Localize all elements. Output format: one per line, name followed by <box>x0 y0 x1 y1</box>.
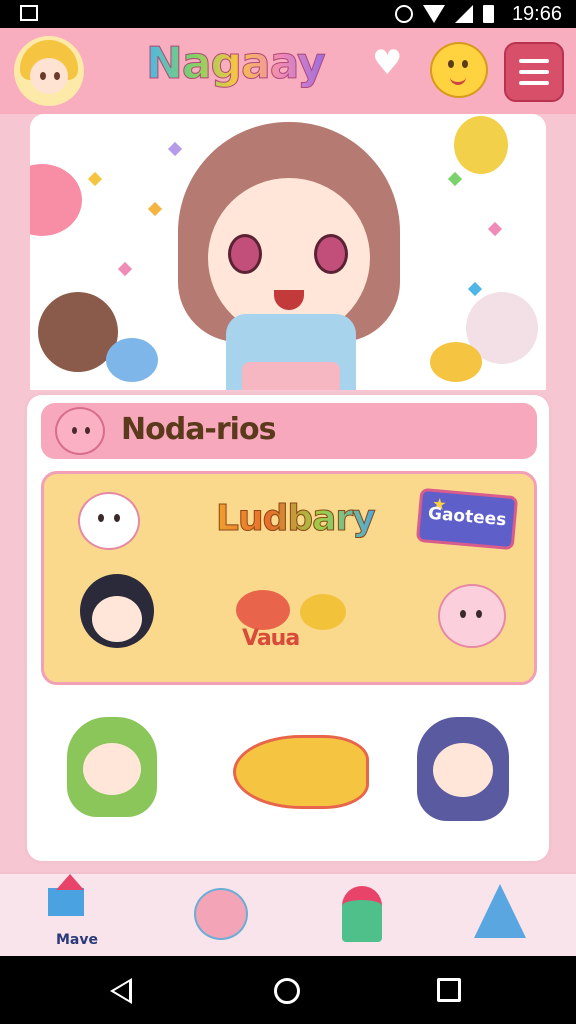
pink-blob-icon <box>55 407 105 455</box>
hero-banner <box>30 114 546 390</box>
menu-button[interactable] <box>504 42 564 102</box>
battery-icon <box>483 5 494 23</box>
move-icon <box>48 888 84 916</box>
hero-eye-right <box>314 234 348 274</box>
nav-item-popsicle[interactable] <box>322 880 412 956</box>
pink-bear-icon[interactable] <box>438 584 506 648</box>
wizard-hat-icon <box>474 884 526 938</box>
food-pair-icon-2[interactable] <box>300 594 346 630</box>
recents-icon[interactable] <box>437 978 461 1002</box>
hero-eye-left <box>228 234 262 274</box>
cookie-icon <box>194 888 248 940</box>
wifi-icon <box>423 5 445 23</box>
clock: 19:66 <box>511 3 562 25</box>
card-title: Noda-rios <box>121 412 276 447</box>
status-icons <box>395 4 494 24</box>
alarm-icon <box>395 5 413 23</box>
food-label: Vaua <box>242 626 300 651</box>
home-icon[interactable] <box>274 978 300 1004</box>
yellow-creature <box>430 342 482 382</box>
system-nav-bar <box>0 956 576 1024</box>
nav-item-wizard[interactable] <box>460 880 550 956</box>
chick-icon[interactable] <box>430 42 488 98</box>
games-button[interactable]: ★ Gaotees <box>415 487 519 551</box>
panel-title: Ludbary <box>216 498 377 540</box>
back-icon[interactable] <box>110 978 132 1004</box>
image-notification-icon <box>20 5 38 21</box>
nav-item-cookie[interactable] <box>176 880 266 956</box>
bottom-nav: Mave <box>0 872 576 958</box>
arrow-up-icon <box>56 874 84 890</box>
fish-icon[interactable] <box>233 735 369 809</box>
food-pair-icon[interactable] <box>236 590 290 630</box>
app-title: Nagaay <box>146 38 327 90</box>
signal-icon <box>455 5 473 23</box>
app-header: Nagaay ♥ <box>0 28 576 114</box>
balloon-left <box>30 164 82 236</box>
white-creature-icon[interactable] <box>78 492 140 550</box>
balloon-right <box>454 116 508 174</box>
hero-girl-skirt <box>242 362 340 390</box>
green-hair-character[interactable] <box>67 717 157 817</box>
purple-hair-character[interactable] <box>417 717 509 821</box>
card-header: Noda-rios <box>41 403 537 459</box>
blue-creature <box>106 338 158 382</box>
level-panel[interactable]: Ludbary ★ Gaotees Vaua <box>41 471 537 685</box>
status-bar: 19:66 <box>0 0 576 28</box>
boy-character-icon[interactable] <box>80 574 154 648</box>
nav-item-move[interactable]: Mave <box>32 874 122 956</box>
main-card: Noda-rios Ludbary ★ Gaotees Vaua <box>24 392 552 864</box>
popsicle-icon <box>342 886 382 942</box>
avatar[interactable] <box>14 36 84 106</box>
nav-label-move: Mave <box>56 932 98 948</box>
heart-icon[interactable]: ♥ <box>372 46 402 80</box>
